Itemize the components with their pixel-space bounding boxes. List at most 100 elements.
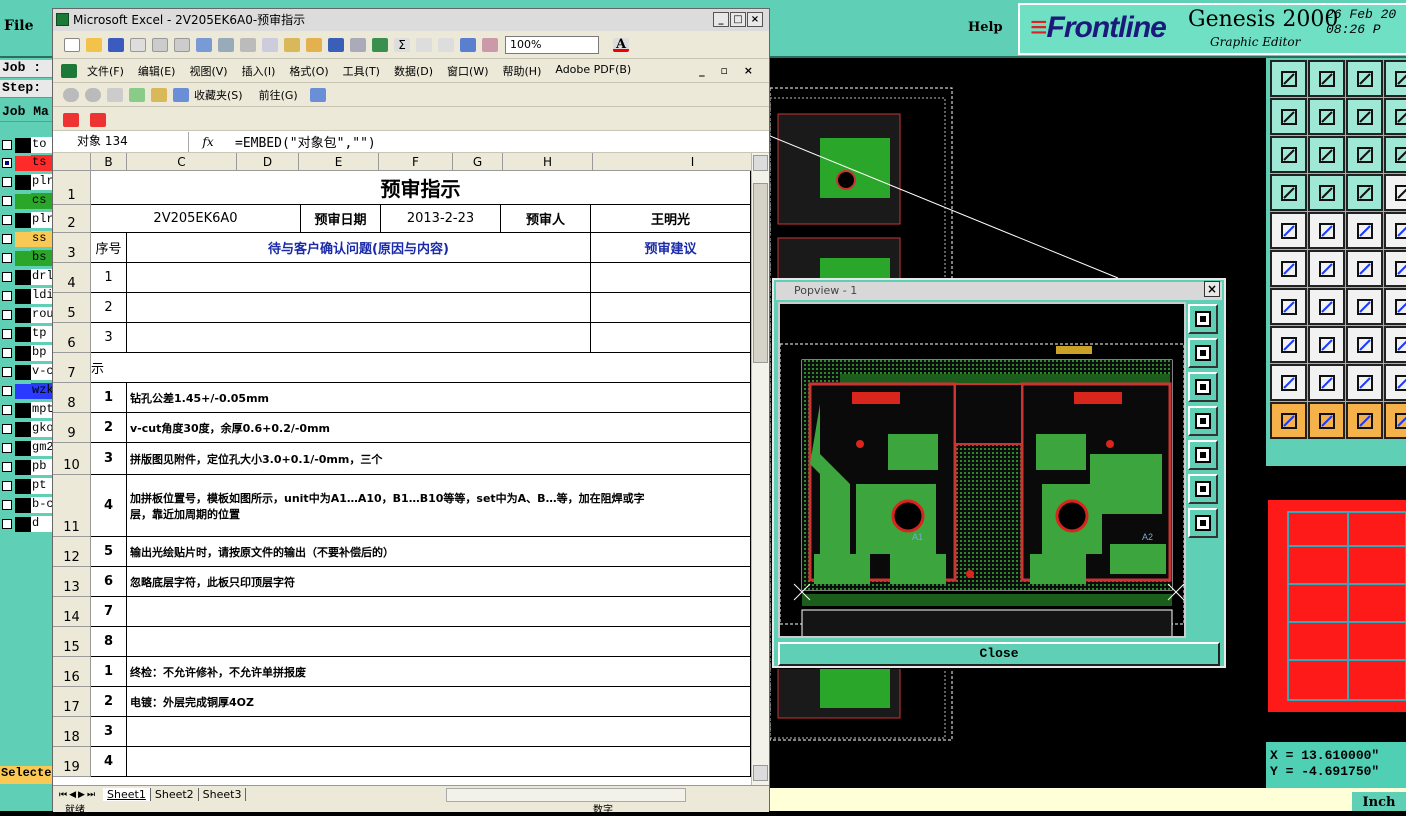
- seq-cell[interactable]: 4: [91, 475, 127, 537]
- show-web-toolbar-icon[interactable]: [310, 88, 326, 102]
- line-icon[interactable]: [1308, 288, 1345, 325]
- pointer-icon[interactable]: [1270, 402, 1307, 439]
- edit-icon[interactable]: [1384, 250, 1406, 287]
- layer-checkbox[interactable]: [2, 348, 12, 358]
- units-button[interactable]: Inch: [1352, 792, 1406, 811]
- layer-checkbox[interactable]: [2, 196, 12, 206]
- layer-checkbox[interactable]: [2, 234, 12, 244]
- chart-wizard-icon[interactable]: [460, 38, 476, 52]
- column-header[interactable]: B: [91, 153, 127, 171]
- row-header[interactable]: 3: [53, 233, 91, 263]
- menu-item[interactable]: 插入(I): [242, 63, 276, 79]
- forward-icon[interactable]: [85, 88, 101, 102]
- close-icon[interactable]: ×: [747, 12, 763, 27]
- layer-row[interactable]: wzk: [0, 383, 56, 400]
- issue-cell[interactable]: [127, 263, 591, 293]
- instruction-cell[interactable]: [127, 597, 751, 627]
- menu-item[interactable]: 工具(T): [343, 63, 380, 79]
- seq-header[interactable]: 序号: [91, 233, 127, 263]
- expand-h-icon[interactable]: [1308, 136, 1345, 173]
- row-header[interactable]: 6: [53, 323, 91, 353]
- align-icon[interactable]: [1384, 136, 1406, 173]
- instruction-cell[interactable]: 电镀：外层完成铜厚4OZ: [127, 687, 751, 717]
- row-header[interactable]: 10: [53, 443, 91, 475]
- layer-checkbox[interactable]: [2, 329, 12, 339]
- paste-icon[interactable]: [284, 38, 300, 52]
- layer-row[interactable]: d: [0, 516, 56, 533]
- layer-checkbox[interactable]: [2, 367, 12, 377]
- tri2-icon[interactable]: [1308, 364, 1345, 401]
- instruction-cell[interactable]: 加拼板位置号，模板如图所示，unit中为A1…A10，B1…B10等等，set中…: [127, 475, 751, 537]
- instruction-cell[interactable]: [127, 747, 751, 777]
- move-icon[interactable]: [1270, 212, 1307, 249]
- layer-row[interactable]: gko: [0, 421, 56, 438]
- review-date-value[interactable]: 2013-2-23: [381, 205, 501, 233]
- column-header[interactable]: F: [379, 153, 453, 171]
- job-manager-button[interactable]: Job Ma: [0, 104, 56, 122]
- layer-row[interactable]: plr: [0, 212, 56, 229]
- row-header[interactable]: 19: [53, 747, 91, 777]
- menu-item[interactable]: 窗口(W): [447, 63, 488, 79]
- layer-row[interactable]: ts: [0, 155, 56, 172]
- expand-v-icon[interactable]: [1270, 136, 1307, 173]
- menu-item[interactable]: 格式(O): [289, 63, 328, 79]
- pointer2-icon[interactable]: [1308, 402, 1345, 439]
- tri4-icon[interactable]: [1384, 364, 1406, 401]
- slash-icon[interactable]: [1308, 212, 1345, 249]
- document-controls[interactable]: _ ▫ ×: [699, 64, 759, 77]
- pad-icon[interactable]: [1270, 326, 1307, 363]
- layer-checkbox[interactable]: [2, 424, 12, 434]
- row-header[interactable]: 9: [53, 413, 91, 443]
- seq-cell[interactable]: 2: [91, 293, 127, 323]
- pv-right-icon[interactable]: [1188, 440, 1218, 470]
- worksheet-grid[interactable]: BCDEFGHI12345678910111213141516171819预审指…: [53, 153, 751, 785]
- row-header[interactable]: 2: [53, 205, 91, 233]
- tools-icon[interactable]: [1270, 174, 1307, 211]
- download-icon[interactable]: [1308, 60, 1345, 97]
- refresh-icon[interactable]: [129, 88, 145, 102]
- sheet-tab[interactable]: Sheet2: [151, 788, 199, 801]
- measure-icon[interactable]: [1384, 212, 1406, 249]
- layer-checkbox[interactable]: [2, 291, 12, 301]
- column-header[interactable]: C: [127, 153, 237, 171]
- layer-row[interactable]: ldi: [0, 288, 56, 305]
- scroll-down-icon[interactable]: [753, 765, 768, 781]
- redo-icon[interactable]: [350, 38, 366, 52]
- row-header[interactable]: 5: [53, 293, 91, 323]
- row-header[interactable]: 1: [53, 171, 91, 205]
- pointer3-icon[interactable]: [1346, 402, 1383, 439]
- column-header[interactable]: E: [299, 153, 379, 171]
- grid-icon[interactable]: [1308, 174, 1345, 211]
- layer-checkbox[interactable]: [2, 405, 12, 415]
- fx-icon[interactable]: fx: [189, 135, 227, 149]
- mini-map[interactable]: [1266, 466, 1406, 742]
- layer-checkbox[interactable]: [2, 272, 12, 282]
- frame-icon[interactable]: [1384, 60, 1406, 97]
- drawing-icon[interactable]: [482, 38, 498, 52]
- seq-cell[interactable]: 1: [91, 263, 127, 293]
- favorites-menu[interactable]: 收藏夹(S): [194, 87, 243, 103]
- seq-cell[interactable]: 6: [91, 567, 127, 597]
- seq-cell[interactable]: 7: [91, 597, 127, 627]
- column-header[interactable]: D: [237, 153, 299, 171]
- menu-item[interactable]: 视图(V): [189, 63, 227, 79]
- row-header[interactable]: 16: [53, 657, 91, 687]
- permission-icon[interactable]: [130, 38, 146, 52]
- row-header[interactable]: 11: [53, 475, 91, 537]
- row-header[interactable]: 15: [53, 627, 91, 657]
- layer-row[interactable]: b-c: [0, 497, 56, 514]
- sheet-tab[interactable]: Sheet3: [199, 788, 247, 801]
- right-icon[interactable]: [1308, 98, 1345, 135]
- print-preview-icon[interactable]: [174, 38, 190, 52]
- instruction-cell[interactable]: [127, 717, 751, 747]
- layer-row[interactable]: pb: [0, 459, 56, 476]
- autosum-icon[interactable]: Σ: [394, 38, 410, 52]
- layer-row[interactable]: drl: [0, 269, 56, 286]
- sort-desc-icon[interactable]: [438, 38, 454, 52]
- back-icon[interactable]: [63, 88, 79, 102]
- upload-icon[interactable]: [1270, 60, 1307, 97]
- angle-icon[interactable]: [1270, 288, 1307, 325]
- layer-checkbox[interactable]: [2, 140, 12, 150]
- seq-cell[interactable]: 1: [91, 657, 127, 687]
- row-header[interactable]: 17: [53, 687, 91, 717]
